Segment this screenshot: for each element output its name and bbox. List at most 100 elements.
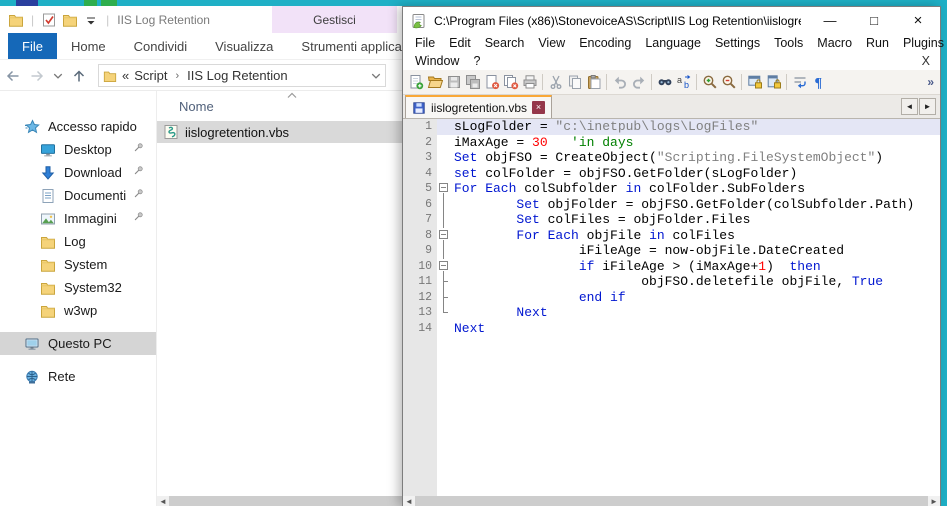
sidebar-item-questo-pc[interactable]: Questo PC [0,332,156,355]
forward-button[interactable] [26,65,48,87]
address-dropdown-icon[interactable] [371,71,381,81]
tab-close-icon[interactable]: × [532,101,545,114]
menu-tools[interactable]: Tools [767,36,810,50]
fold-collapse-icon[interactable] [437,228,450,244]
find-icon[interactable] [655,73,674,92]
code-line-7[interactable]: 7 Set colFiles = objFolder.Files [403,212,940,228]
zoom-out-icon[interactable] [719,73,738,92]
menu-language[interactable]: Language [638,36,708,50]
replace-icon[interactable]: ab [674,73,693,92]
menu-edit[interactable]: Edit [442,36,478,50]
code-line-10[interactable]: 10 if iFileAge > (iMaxAge+1) then [403,259,940,275]
undo-icon[interactable] [610,73,629,92]
show-all-chars-icon[interactable]: ¶ [809,73,828,92]
code-line-12[interactable]: 12 end if [403,290,940,306]
sidebar-item-rete[interactable]: Rete [0,365,156,388]
ribbon-tab-visualizza[interactable]: Visualizza [201,33,287,59]
new-folder-icon[interactable] [62,12,78,28]
file-row[interactable]: iislogretention.vbs [157,121,402,143]
scrollbar-thumb[interactable] [169,496,402,506]
menu-macro[interactable]: Macro [810,36,859,50]
close-icon[interactable] [482,73,501,92]
ribbon-tab-file[interactable]: File [8,33,57,59]
code-line-13[interactable]: 13 Next [403,305,940,321]
up-button[interactable] [68,65,90,87]
code-line-5[interactable]: 5For Each colSubfolder in colFolder.SubF… [403,181,940,197]
document-tab[interactable]: iislogretention.vbs × [405,95,552,118]
zoom-in-icon[interactable] [700,73,719,92]
fold-collapse-icon[interactable] [437,259,450,275]
menu-search[interactable]: Search [478,36,532,50]
code-line-2[interactable]: 2iMaxAge = 30 'in days [403,135,940,151]
code-line-9[interactable]: 9 iFileAge = now-objFile.DateCreated [403,243,940,259]
code-line-6[interactable]: 6 Set objFolder = objFSO.GetFolder(colSu… [403,197,940,213]
sidebar-item-w3wp[interactable]: w3wp [0,299,156,322]
breadcrumb-segment[interactable]: IIS Log Retention [187,68,287,83]
redo-icon[interactable] [629,73,648,92]
scroll-right-icon[interactable]: ► [928,496,940,506]
code-editor[interactable]: 1sLogFolder = "c:\inetpub\logs\LogFiles"… [403,119,940,496]
new-file-icon[interactable] [406,73,425,92]
breadcrumb-segment[interactable]: Script [134,68,167,83]
menu-file[interactable]: File [408,36,442,50]
scroll-left-icon[interactable]: ◄ [403,496,415,506]
save-all-icon[interactable] [463,73,482,92]
explorer-horizontal-scrollbar[interactable]: ◄ [157,496,402,506]
tab-scroll-right-icon[interactable]: ► [919,98,936,115]
fold-collapse-icon[interactable] [437,181,450,197]
scrollbar-thumb[interactable] [415,496,928,506]
word-wrap-icon[interactable] [790,73,809,92]
sidebar-item-system[interactable]: System [0,253,156,276]
menu-settings[interactable]: Settings [708,36,767,50]
scroll-left-icon[interactable]: ◄ [157,496,169,506]
menu-plugins[interactable]: Plugins [896,36,947,50]
ribbon-tab-home[interactable]: Home [57,33,120,59]
open-icon[interactable] [425,73,444,92]
recent-locations-icon[interactable] [50,65,66,87]
breadcrumb-prefix[interactable]: « [122,68,129,83]
maximize-button[interactable]: □ [852,7,896,34]
sidebar-item-immagini[interactable]: Immagini [0,207,156,230]
sidebar-item-download[interactable]: Download [0,161,156,184]
code-line-11[interactable]: 11 objFSO.deletefile objFile, True [403,274,940,290]
close-all-icon[interactable] [501,73,520,92]
address-bar[interactable]: « Script›IIS Log Retention [98,64,386,87]
sort-caret-icon[interactable] [287,92,297,99]
toolbar-overflow-icon[interactable]: » [927,75,934,89]
code-line-3[interactable]: 3Set objFSO = CreateObject("Scripting.Fi… [403,150,940,166]
code-line-1[interactable]: 1sLogFolder = "c:\inetpub\logs\LogFiles" [403,119,940,135]
menubar-close-icon[interactable]: X [912,54,940,68]
qat-customize-icon[interactable] [83,12,99,28]
paste-icon[interactable] [584,73,603,92]
sync-v-icon[interactable] [745,73,764,92]
back-button[interactable] [2,65,24,87]
sidebar-item-documenti[interactable]: Documenti [0,184,156,207]
menu-help[interactable]: ? [466,54,487,68]
sidebar-item-desktop[interactable]: Desktop [0,138,156,161]
copy-icon[interactable] [565,73,584,92]
sync-h-icon[interactable] [764,73,783,92]
menu-encoding[interactable]: Encoding [572,36,638,50]
sidebar-item-log[interactable]: Log [0,230,156,253]
tab-scroll-left-icon[interactable]: ◄ [901,98,918,115]
close-button[interactable]: × [896,7,940,34]
sidebar-item-accesso-rapido[interactable]: Accesso rapido [0,115,156,138]
column-header-nome[interactable]: Nome [157,91,402,121]
code-line-8[interactable]: 8 For Each objFile in colFiles [403,228,940,244]
notepadpp-titlebar[interactable]: C:\Program Files (x86)\StonevoiceAS\Scri… [403,7,940,34]
code-line-4[interactable]: 4set colFolder = objFSO.GetFolder(sLogFo… [403,166,940,182]
sidebar-item-system32[interactable]: System32 [0,276,156,299]
editor-horizontal-scrollbar[interactable]: ◄ ► [403,496,940,506]
editor-empty-area[interactable] [403,336,940,496]
menu-window[interactable]: Window [408,54,466,68]
cut-icon[interactable] [546,73,565,92]
explorer-titlebar[interactable]: | | IIS Log Retention Gestisci [0,6,402,33]
print-icon[interactable] [520,73,539,92]
save-icon[interactable] [444,73,463,92]
ribbon-tab-condividi[interactable]: Condividi [120,33,201,59]
code-line-14[interactable]: 14Next [403,321,940,337]
minimize-button[interactable]: — [808,7,852,34]
properties-check-icon[interactable] [41,12,57,28]
menu-view[interactable]: View [531,36,572,50]
menu-run[interactable]: Run [859,36,896,50]
